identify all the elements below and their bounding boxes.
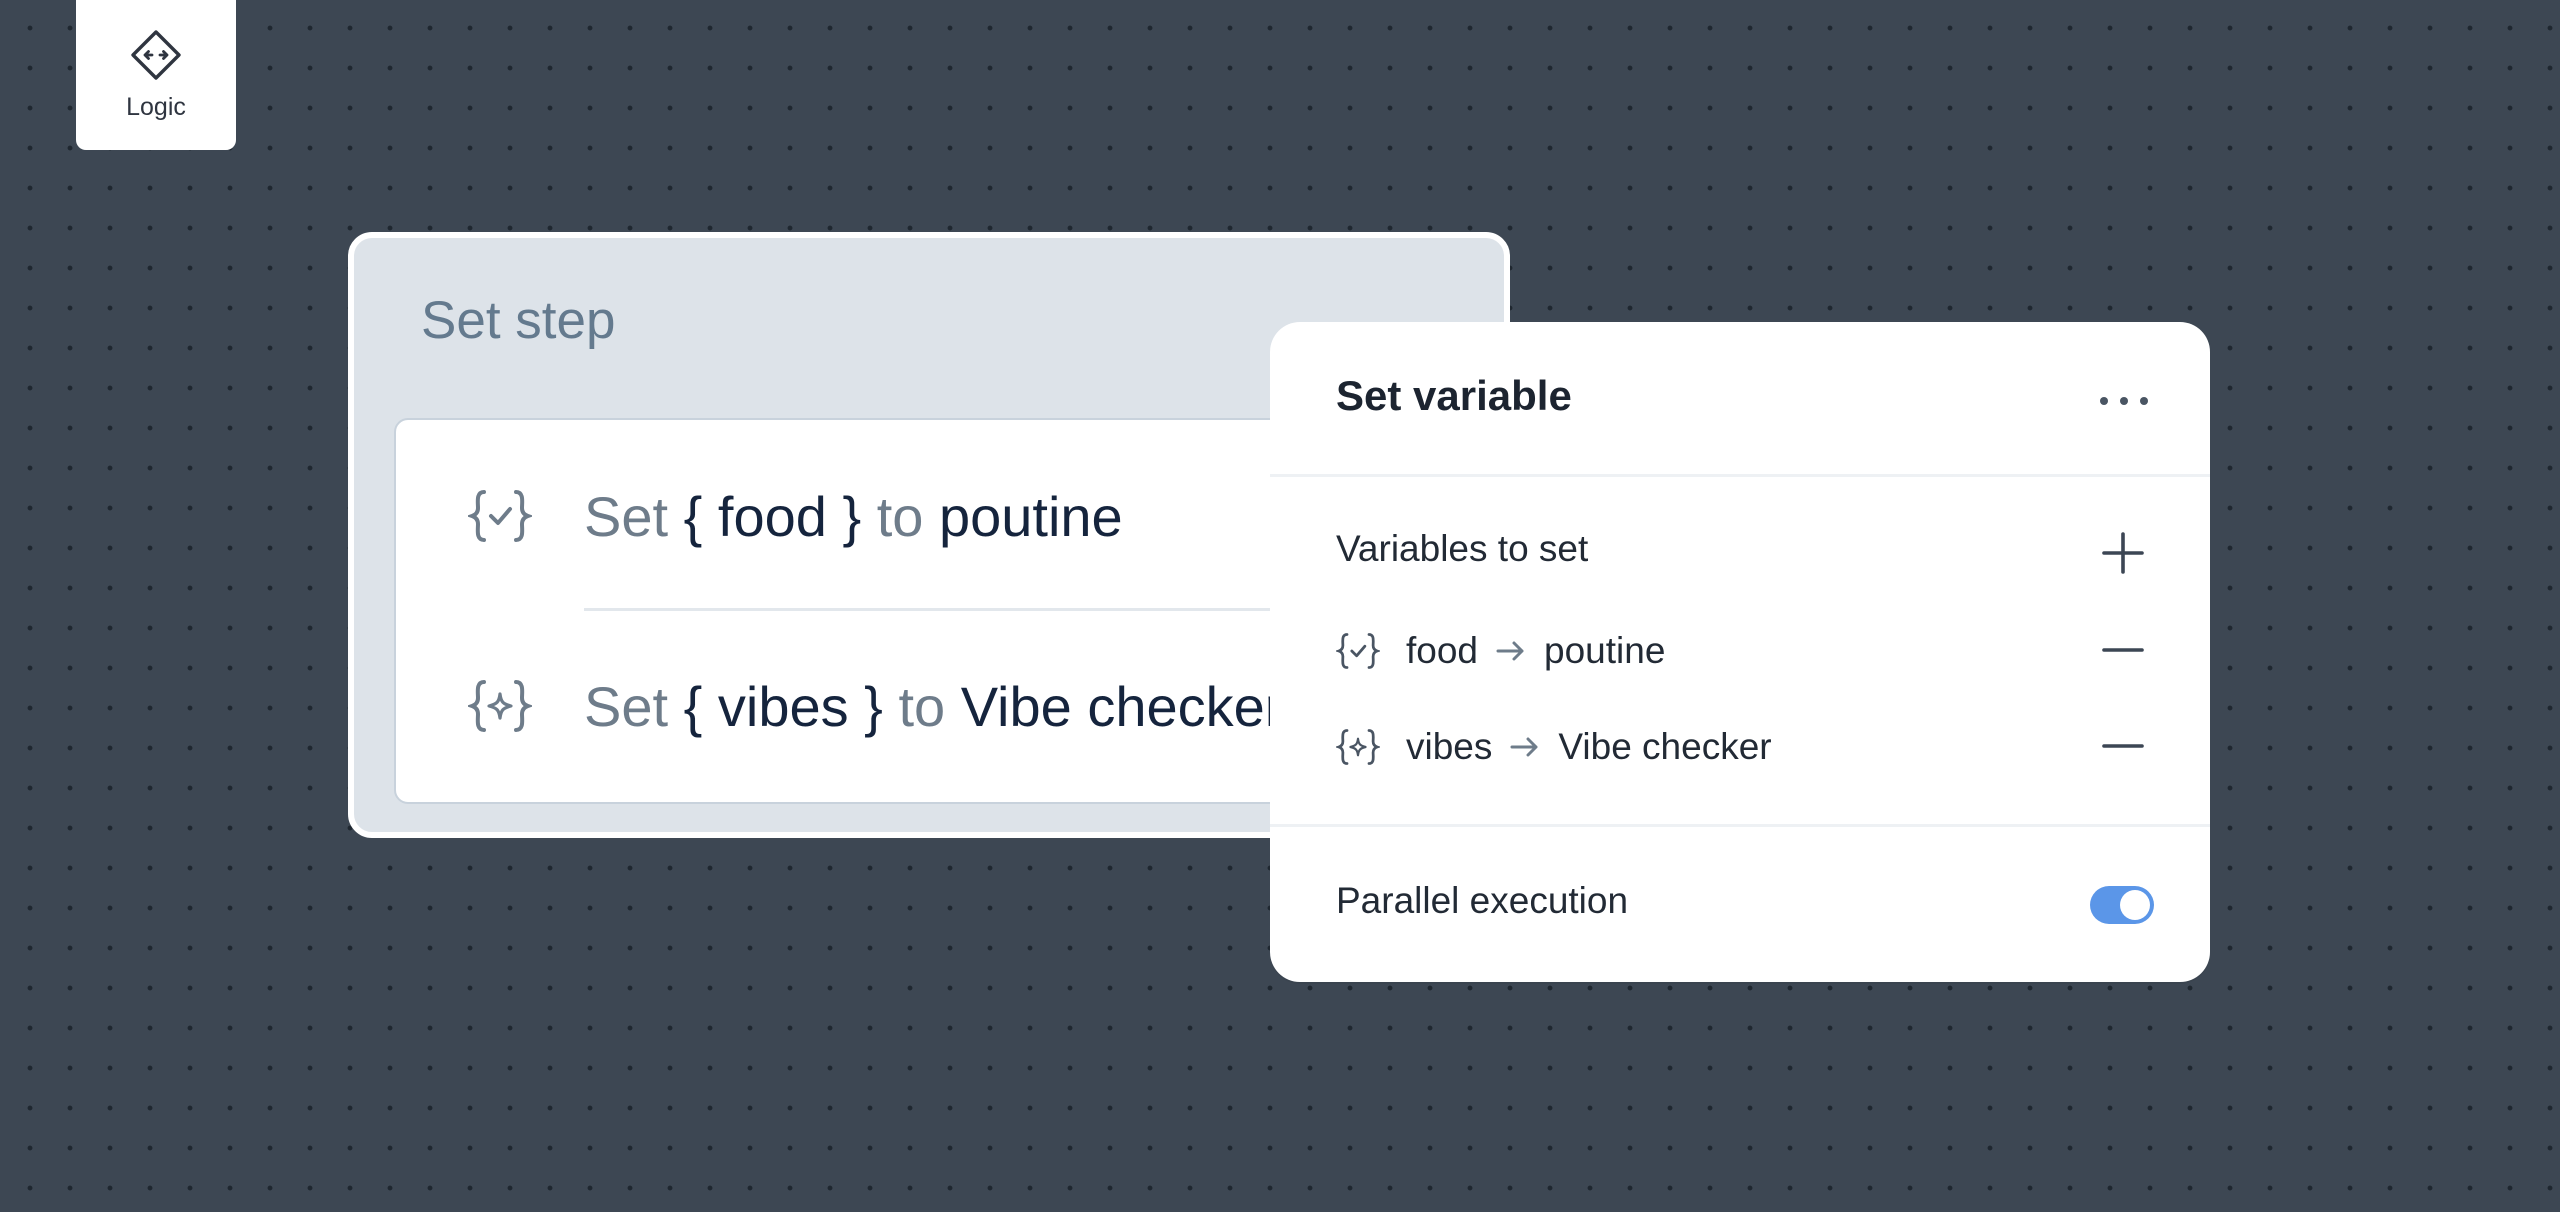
arrow-right-icon	[1510, 737, 1538, 757]
braces-check-icon	[1336, 633, 1380, 669]
step-variable: { food }	[683, 484, 862, 548]
diamond-arrows-icon	[131, 30, 181, 80]
step-verb: Set	[584, 484, 669, 548]
panel-divider	[1270, 474, 2210, 477]
variable-value: poutine	[1544, 630, 1666, 671]
braces-sparkle-icon	[1336, 729, 1380, 765]
logic-block[interactable]: Logic	[76, 0, 236, 150]
step-text-vibes: Set { vibes } to Vibe checker	[584, 674, 1283, 739]
braces-check-icon	[468, 490, 532, 542]
variable-name: food	[1406, 630, 1479, 671]
set-step-title: Set step	[421, 291, 616, 350]
panel-title: Set variable	[1336, 372, 1572, 419]
toggle-knob	[2120, 890, 2150, 920]
step-variable: { vibes }	[683, 674, 883, 738]
parallel-execution-label: Parallel execution	[1336, 880, 1629, 921]
parallel-execution-toggle[interactable]	[2090, 886, 2154, 924]
braces-sparkle-icon	[468, 680, 532, 732]
variable-name: vibes	[1406, 726, 1493, 767]
step-value: Vibe checker	[960, 674, 1284, 738]
variable-row-vibes[interactable]: vibes Vibe checker	[1336, 722, 1772, 772]
set-variable-panel: Set variable Variables to set food pouti…	[1270, 322, 2210, 982]
step-connector: to	[876, 484, 924, 548]
step-text-food: Set { food } to poutine	[584, 484, 1123, 549]
variable-value: Vibe checker	[1558, 726, 1772, 767]
panel-divider	[1270, 824, 2210, 827]
minus-icon[interactable]	[2098, 630, 2148, 670]
more-horizontal-icon[interactable]	[2094, 386, 2154, 416]
plus-icon[interactable]	[2098, 528, 2148, 578]
variable-row-food[interactable]: food poutine	[1336, 626, 1665, 676]
step-verb: Set	[584, 674, 669, 738]
arrow-right-icon	[1496, 641, 1524, 661]
logic-label: Logic	[126, 93, 186, 121]
minus-icon[interactable]	[2098, 726, 2148, 766]
variables-to-set-label: Variables to set	[1336, 528, 1589, 569]
step-value: poutine	[938, 484, 1123, 548]
step-connector: to	[898, 674, 946, 738]
